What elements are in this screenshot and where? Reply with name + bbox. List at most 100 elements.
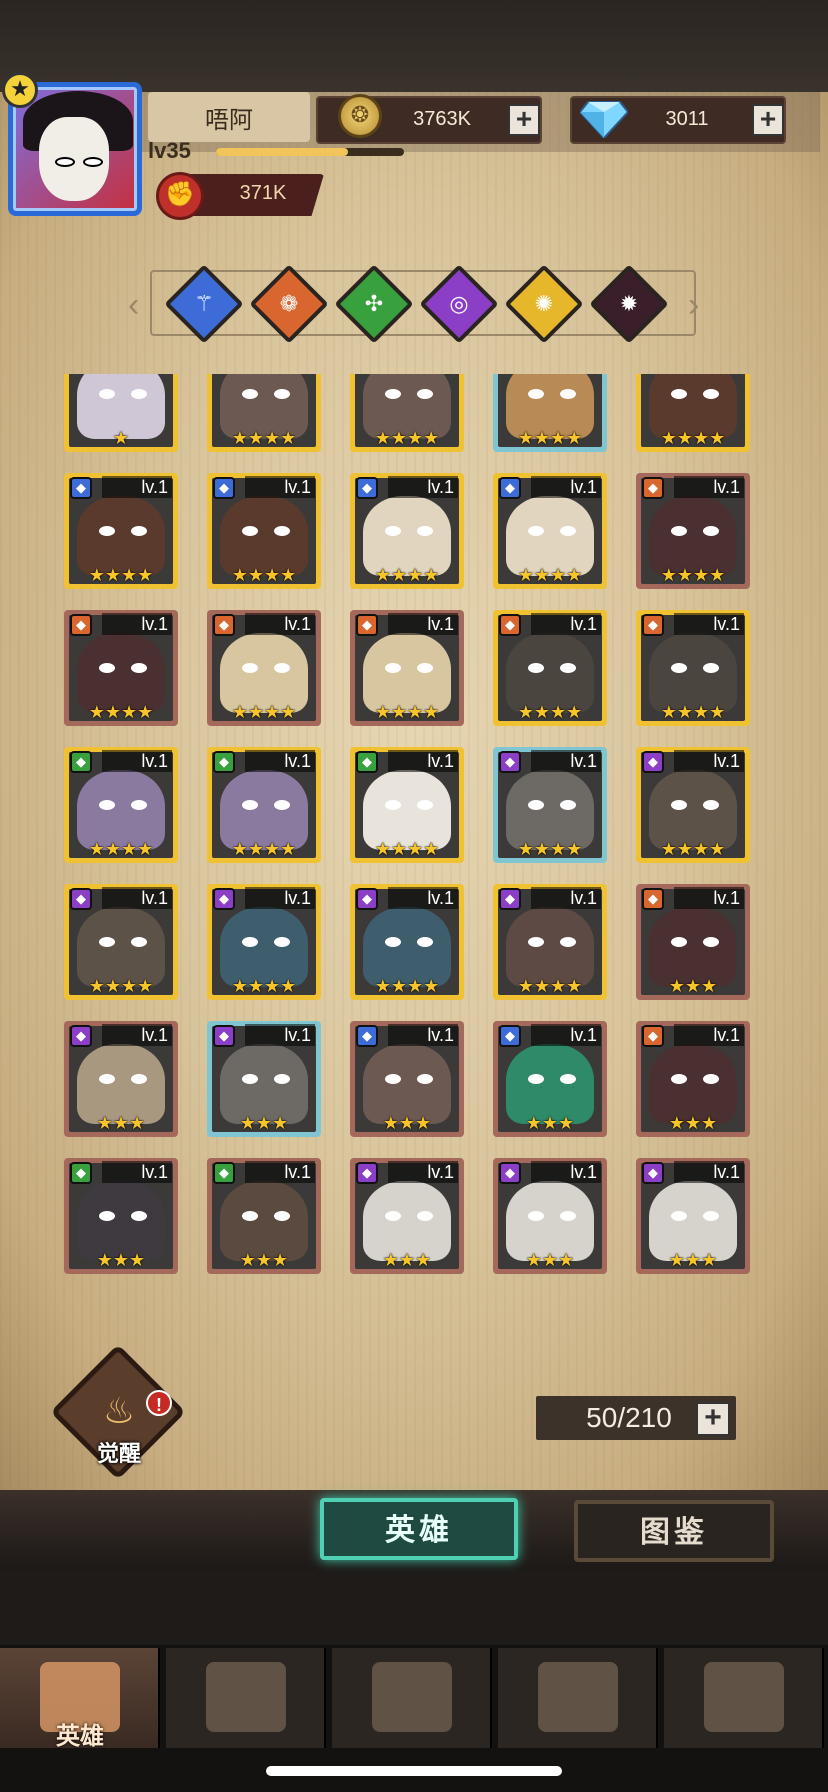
home-indicator[interactable] [266, 1766, 562, 1776]
hero-portrait [77, 496, 165, 576]
hero-eye [671, 389, 687, 399]
hero-stars: ★★★★ [517, 702, 583, 722]
hero-card[interactable]: ◆lv.1★★★★ [350, 747, 464, 863]
hero-eye [242, 526, 258, 536]
hero-card[interactable]: ◆lv.1★★★★ [64, 610, 178, 726]
hero-eye [417, 1211, 433, 1221]
hero-level: lv.1 [245, 887, 315, 909]
hero-card[interactable]: ◆ lv.1 ★★★ [636, 884, 750, 1000]
nav-castle[interactable] [498, 1648, 658, 1748]
hero-eye [274, 526, 290, 536]
hero-card[interactable]: ◆lv.1★★★★ [64, 747, 178, 863]
hero-portrait [649, 907, 737, 987]
fist-icon: ✊ [156, 172, 204, 220]
faction-badge-icon: ◆ [356, 614, 378, 636]
hero-eye [560, 663, 576, 673]
hero-card[interactable]: ◆ lv.1 ★★★ [64, 1021, 178, 1137]
hero-card[interactable]: ◆lv.1★★★★ [493, 884, 607, 1000]
hero-card[interactable]: ◆lv.1★★★★ [350, 884, 464, 1000]
hero-card[interactable]: ◆lv.1★★★★ [493, 610, 607, 726]
hero-card[interactable]: ◆lv.1★★★★ [493, 374, 607, 452]
castle-icon [538, 1662, 618, 1732]
hero-stars: ★★★★ [374, 565, 440, 585]
hero-card[interactable]: ◆ lv.1 ★★★ [493, 1021, 607, 1137]
hero-eye [274, 1211, 290, 1221]
hero-card[interactable]: ◆ lv.1 ★★★ [207, 1158, 321, 1274]
hero-card[interactable]: ◆lv.1★★★★ [207, 747, 321, 863]
add-gold-button[interactable]: + [508, 104, 540, 136]
hero-stars: ★★★★ [374, 839, 440, 859]
hero-card[interactable]: ◆ lv.1 ★★★ [207, 1021, 321, 1137]
hero-card[interactable]: ◆lv.1★★★★ [493, 473, 607, 589]
nav-guild[interactable] [664, 1648, 824, 1748]
hero-card[interactable]: ◆lv.1★★★★ [350, 473, 464, 589]
hero-eye [703, 389, 719, 399]
faction-badge-icon: ◆ [499, 477, 521, 499]
faction-badge-icon: ◆ [70, 477, 92, 499]
hero-card[interactable]: ◆lv.1★★★★ [64, 884, 178, 1000]
hero-card[interactable]: ◆lv.1★ [64, 374, 178, 452]
hero-eye [528, 1074, 544, 1084]
hero-level: lv.1 [674, 887, 744, 909]
nav-expedition[interactable] [166, 1648, 326, 1748]
hero-card[interactable]: ◆ lv.1 ★★★ [493, 1158, 607, 1274]
hero-portrait [506, 633, 594, 713]
hero-card[interactable]: ◆ lv.1 ★★★ [636, 1021, 750, 1137]
hero-card[interactable]: ◆lv.1★★★★ [350, 610, 464, 726]
faction-badge-icon: ◆ [213, 614, 235, 636]
hero-level: lv.1 [102, 476, 172, 498]
hero-eye [99, 1211, 115, 1221]
hero-stars: ★★★★ [660, 428, 726, 448]
hero-card[interactable]: ◆ lv.1 ★★★ [350, 1158, 464, 1274]
hero-eye [560, 937, 576, 947]
nav-battle[interactable] [332, 1648, 492, 1748]
hero-eye [99, 389, 115, 399]
hero-card[interactable]: ◆ lv.1 ★★★ [350, 1021, 464, 1137]
expand-roster-button[interactable]: + [696, 1402, 730, 1436]
hero-eye [528, 526, 544, 536]
add-gems-button[interactable]: + [752, 104, 784, 136]
hero-card[interactable]: ◆lv.1★★★★ [207, 884, 321, 1000]
hero-eye [671, 526, 687, 536]
hero-card[interactable]: ◆lv.1★★★★ [636, 610, 750, 726]
player-name: 唔阿 [205, 107, 253, 134]
hero-card[interactable]: ◆lv.1★★★★ [207, 473, 321, 589]
hero-card[interactable]: ◆lv.1★★★★ [207, 374, 321, 452]
hero-portrait [220, 770, 308, 850]
tab-codex[interactable]: 图鉴 [574, 1500, 774, 1562]
hero-eye [242, 1211, 258, 1221]
hero-card[interactable]: ◆lv.1★★★★ [636, 374, 750, 452]
hero-card[interactable]: ◆ lv.1 ★★★ [64, 1158, 178, 1274]
hero-stars: ★★★★ [231, 428, 297, 448]
hero-card[interactable]: ◆lv.1★★★★ [64, 473, 178, 589]
hero-stars: ★★★ [525, 1113, 575, 1133]
hero-eye [417, 663, 433, 673]
faction-badge-icon: ◆ [642, 888, 664, 910]
hero-eye [417, 937, 433, 947]
hero-card[interactable]: ◆lv.1★★★★ [636, 747, 750, 863]
hero-portrait [77, 907, 165, 987]
hero-portrait [649, 1181, 737, 1261]
hero-grid[interactable]: ◆lv.1★◆lv.1★★★★◆lv.1★★★★◆lv.1★★★★◆lv.1★★… [60, 374, 768, 1294]
hero-level: lv.1 [531, 1024, 601, 1046]
hero-card[interactable]: ◆ lv.1 ★★★ [636, 1158, 750, 1274]
hero-eye [131, 800, 147, 810]
hero-level: lv.1 [388, 1024, 458, 1046]
hero-level: lv.1 [245, 750, 315, 772]
hero-card[interactable]: ◆lv.1★★★★ [493, 747, 607, 863]
hero-eye [560, 1074, 576, 1084]
hero-level: lv.1 [388, 750, 458, 772]
hero-eye [242, 663, 258, 673]
hero-eye [131, 526, 147, 536]
hero-stars: ★★★★ [374, 702, 440, 722]
hero-card[interactable]: ◆lv.1★★★★ [350, 374, 464, 452]
hero-level: lv.1 [102, 750, 172, 772]
hero-stars: ★★★★ [517, 428, 583, 448]
hero-eye [99, 663, 115, 673]
faction-badge-icon: ◆ [213, 477, 235, 499]
hero-stars: ★★★ [668, 1113, 718, 1133]
tab-heroes[interactable]: 英雄 [320, 1498, 518, 1560]
faction-icon: ✣ [364, 291, 384, 316]
hero-card[interactable]: ◆lv.1★★★★ [207, 610, 321, 726]
hero-card[interactable]: ◆lv.1★★★★ [636, 473, 750, 589]
